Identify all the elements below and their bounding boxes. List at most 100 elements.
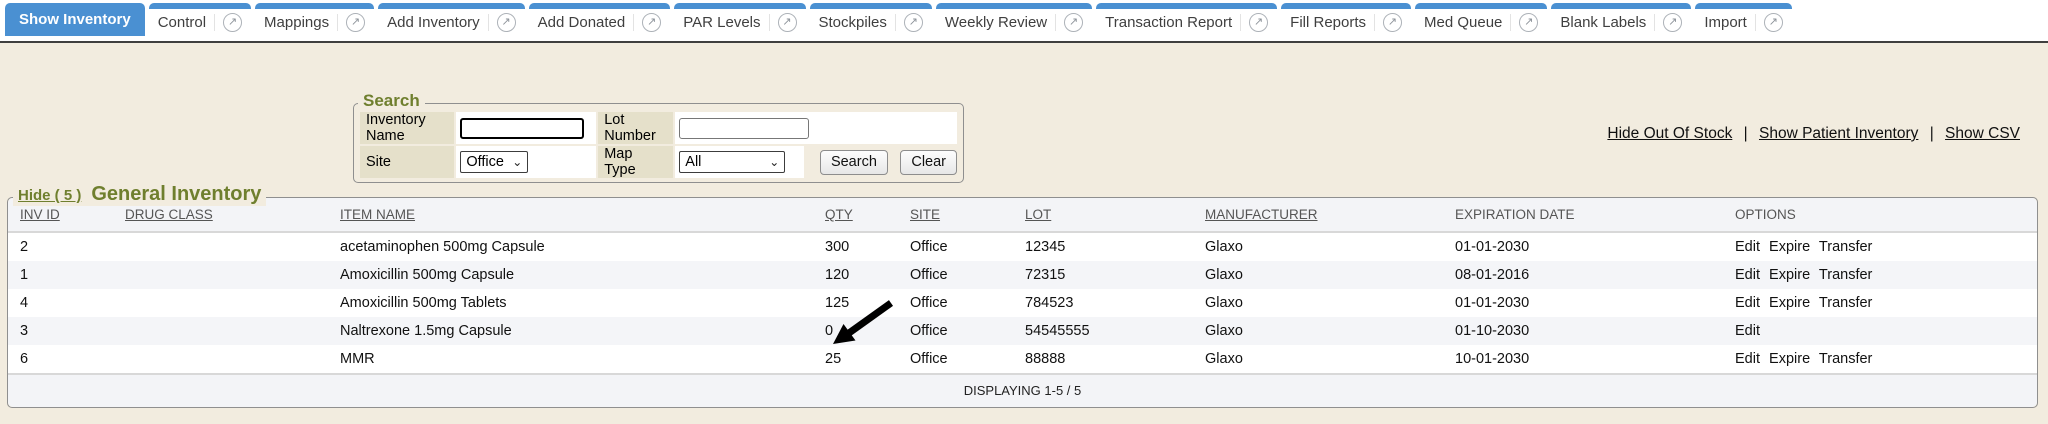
expire-link[interactable]: Expire: [1769, 239, 1810, 255]
general-inventory-legend: Hide ( 5 ) General Inventory: [13, 183, 266, 206]
column-header-lot[interactable]: LOT: [1013, 198, 1193, 232]
tab-add-inventory[interactable]: Add Inventory ↗: [378, 3, 525, 36]
tab-divider: [1755, 14, 1756, 31]
tab-label: Weekly Review: [945, 14, 1047, 31]
clear-button[interactable]: Clear: [900, 150, 957, 175]
tab-med-queue[interactable]: Med Queue ↗: [1415, 3, 1547, 36]
tab-add-donated[interactable]: Add Donated ↗: [529, 3, 671, 36]
cell-lot: 72315: [1013, 261, 1193, 289]
edit-link[interactable]: Edit: [1735, 267, 1760, 283]
tab-fill-reports[interactable]: Fill Reports ↗: [1281, 3, 1411, 36]
edit-link[interactable]: Edit: [1735, 295, 1760, 311]
search-form: Inventory Name Lot Number Site Office ⌄ …: [358, 110, 959, 180]
cell-options: Edit Expire Transfer: [1723, 261, 2037, 289]
cell-drug-class: [113, 232, 328, 261]
table-header-row: INV ID DRUG CLASS ITEM NAME QTY SITE LOT…: [8, 198, 2037, 232]
link-separator: |: [1930, 125, 1934, 142]
link-separator: |: [1744, 125, 1748, 142]
expire-link[interactable]: Expire: [1769, 351, 1810, 367]
expire-link[interactable]: Expire: [1769, 295, 1810, 311]
transfer-link[interactable]: Transfer: [1819, 295, 1872, 311]
tab-show-inventory[interactable]: Show Inventory: [5, 3, 145, 36]
hide-out-of-stock-link[interactable]: Hide Out Of Stock: [1607, 125, 1732, 142]
map-type-label: Map Type: [598, 146, 673, 178]
inventory-name-input[interactable]: [460, 118, 584, 139]
tab-divider: [488, 14, 489, 31]
cell-drug-class: [113, 289, 328, 317]
general-inventory-title: General Inventory: [91, 183, 261, 206]
cell-qty: 120: [813, 261, 898, 289]
table-row: 2 acetaminophen 500mg Capsule 300 Office…: [8, 232, 2037, 261]
external-link-icon[interactable]: ↗: [1663, 13, 1682, 32]
cell-inv-id: 1: [8, 261, 113, 289]
search-button[interactable]: Search: [820, 150, 888, 175]
external-link-icon[interactable]: ↗: [1764, 13, 1783, 32]
expire-link[interactable]: Expire: [1769, 267, 1810, 283]
tab-par-levels[interactable]: PAR Levels ↗: [674, 3, 805, 36]
edit-link[interactable]: Edit: [1735, 239, 1760, 255]
tab-label: Blank Labels: [1560, 14, 1646, 31]
tab-blank-labels[interactable]: Blank Labels ↗: [1551, 3, 1691, 36]
map-type-select-value: All: [685, 154, 701, 170]
tab-import[interactable]: Import ↗: [1695, 3, 1792, 36]
tab-label: Add Donated: [538, 14, 626, 31]
cell-manufacturer: Glaxo: [1193, 345, 1443, 374]
tab-mappings[interactable]: Mappings ↗: [255, 3, 374, 36]
inventory-table: INV ID DRUG CLASS ITEM NAME QTY SITE LOT…: [8, 198, 2037, 407]
tab-bar: Show Inventory Control ↗ Mappings ↗ Add …: [0, 0, 2048, 43]
cell-lot: 88888: [1013, 345, 1193, 374]
cell-qty: 125: [813, 289, 898, 317]
lot-number-input[interactable]: [679, 118, 809, 139]
map-type-select[interactable]: All ⌄: [679, 151, 785, 173]
cell-qty: 0: [813, 317, 898, 345]
external-link-icon[interactable]: ↗: [1064, 13, 1083, 32]
table-row: 3 Naltrexone 1.5mg Capsule 0 Office 5454…: [8, 317, 2037, 345]
tab-label: Stockpiles: [819, 14, 887, 31]
cell-site: Office: [898, 317, 1013, 345]
edit-link[interactable]: Edit: [1735, 351, 1760, 367]
external-link-icon[interactable]: ↗: [1383, 13, 1402, 32]
tab-label: Med Queue: [1424, 14, 1502, 31]
transfer-link[interactable]: Transfer: [1819, 239, 1872, 255]
tab-transaction-report[interactable]: Transaction Report ↗: [1096, 3, 1277, 36]
cell-site: Office: [898, 232, 1013, 261]
tab-control[interactable]: Control ↗: [149, 3, 251, 36]
cell-expiration-date: 10-01-2030: [1443, 345, 1723, 374]
cell-expiration-date: 08-01-2016: [1443, 261, 1723, 289]
transfer-link[interactable]: Transfer: [1819, 267, 1872, 283]
site-select[interactable]: Office ⌄: [460, 151, 528, 173]
external-link-icon[interactable]: ↗: [778, 13, 797, 32]
cell-options: Edit Expire Transfer: [1723, 232, 2037, 261]
tab-divider: [337, 14, 338, 31]
search-panel: Search Inventory Name Lot Number Site Of…: [353, 103, 964, 183]
tab-divider: [895, 14, 896, 31]
edit-link[interactable]: Edit: [1735, 323, 1760, 339]
external-link-icon[interactable]: ↗: [346, 13, 365, 32]
tab-label: PAR Levels: [683, 14, 760, 31]
transfer-link[interactable]: Transfer: [1819, 351, 1872, 367]
show-patient-inventory-link[interactable]: Show Patient Inventory: [1759, 125, 1918, 142]
external-link-icon[interactable]: ↗: [904, 13, 923, 32]
column-header-item-name[interactable]: ITEM NAME: [328, 198, 813, 232]
table-row: 4 Amoxicillin 500mg Tablets 125 Office 7…: [8, 289, 2037, 317]
cell-options: Edit Expire Transfer: [1723, 289, 2037, 317]
show-csv-link[interactable]: Show CSV: [1945, 125, 2020, 142]
cell-manufacturer: Glaxo: [1193, 261, 1443, 289]
cell-options: Edit: [1723, 317, 2037, 345]
external-link-icon[interactable]: ↗: [1249, 13, 1268, 32]
external-link-icon[interactable]: ↗: [1519, 13, 1538, 32]
external-link-icon[interactable]: ↗: [223, 13, 242, 32]
tab-weekly-review[interactable]: Weekly Review ↗: [936, 3, 1092, 36]
external-link-icon[interactable]: ↗: [497, 13, 516, 32]
column-header-manufacturer[interactable]: MANUFACTURER: [1193, 198, 1443, 232]
column-header-qty[interactable]: QTY: [813, 198, 898, 232]
cell-drug-class: [113, 317, 328, 345]
tab-divider: [1374, 14, 1375, 31]
hide-inventory-link[interactable]: Hide ( 5 ): [18, 187, 81, 204]
column-header-site[interactable]: SITE: [898, 198, 1013, 232]
cell-expiration-date: 01-10-2030: [1443, 317, 1723, 345]
view-links: Hide Out Of Stock | Show Patient Invento…: [1607, 125, 2020, 143]
tab-stockpiles[interactable]: Stockpiles ↗: [810, 3, 932, 36]
cell-drug-class: [113, 261, 328, 289]
external-link-icon[interactable]: ↗: [642, 13, 661, 32]
